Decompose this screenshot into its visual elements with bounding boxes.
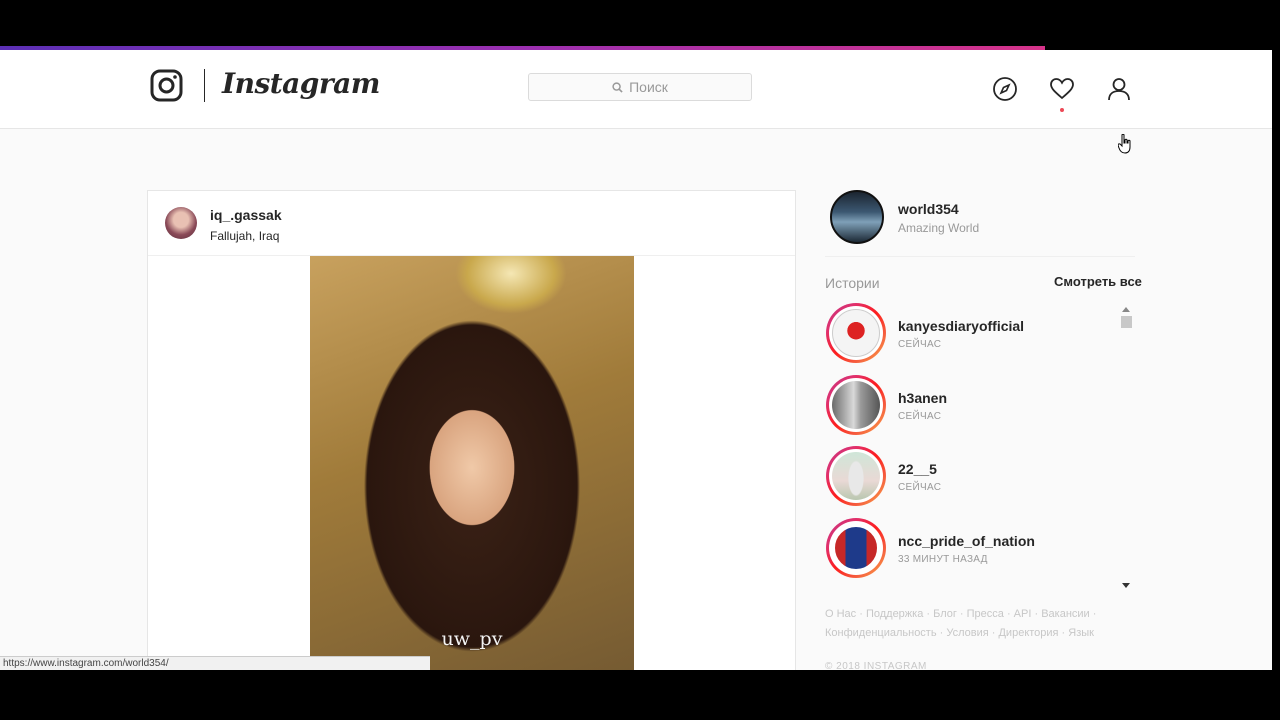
story-avatar [832,524,880,572]
story-ring [826,518,886,578]
post-author-avatar[interactable] [165,207,197,239]
stories-scrollbar[interactable] [1120,305,1132,590]
mouse-pointer-hand-icon [1118,134,1131,154]
search-icon [612,81,623,93]
story-username: ncc_pride_of_nation [898,533,1035,549]
post-card: iq_.gassak Fallujah, Iraq uw_pv [147,190,796,670]
current-user-full-name: Amazing World [898,221,980,235]
search-input[interactable]: Поиск [528,73,752,101]
top-nav: Instagram Поиск [0,50,1272,129]
compass-icon[interactable] [992,76,1018,102]
footer-links-line-2[interactable]: Конфиденциальность · Условия · Директори… [825,624,1135,643]
story-username: kanyesdiaryofficial [898,318,1025,334]
sidebar-footer-links[interactable]: О Нас · Поддержка · Блог · Пресса · API … [825,605,1135,643]
photo-watermark-text: uw_pv [441,628,503,650]
stories-heading: Истории [825,275,880,291]
story-time: СЕЙЧАС [898,339,942,350]
story-item[interactable]: kanyesdiaryofficial СЕЙЧАС [825,300,1125,363]
post-author-username[interactable]: iq_.gassak [210,207,282,223]
profile-icon[interactable] [1106,76,1132,102]
story-time: СЕЙЧАС [898,411,942,422]
story-ring [826,446,886,506]
post-photo[interactable]: uw_pv [310,256,634,670]
instagram-camera-icon[interactable] [150,69,183,102]
story-time: 33 МИНУТ НАЗАД [898,554,988,565]
browser-status-url: https://www.instagram.com/world354/ [0,656,430,670]
search-placeholder: Поиск [629,79,668,95]
current-user-avatar[interactable] [830,190,884,244]
story-item[interactable]: 22__5 СЕЙЧАС [825,443,1125,506]
footer-links-line-1[interactable]: О Нас · Поддержка · Блог · Пресса · API … [825,605,1135,624]
instagram-wordmark[interactable]: Instagram [222,67,380,100]
stories-scrollbar-thumb[interactable] [1121,316,1132,328]
crown-filter-overlay [455,256,567,314]
story-username: 22__5 [898,461,937,477]
story-ring [826,303,886,363]
post-header: iq_.gassak Fallujah, Iraq [148,191,795,256]
post-location[interactable]: Fallujah, Iraq [210,229,279,243]
story-time: СЕЙЧАС [898,482,942,493]
browser-viewport: Instagram Поиск iq_.gassak Fallujah, Ira… [0,50,1280,670]
story-ring [826,375,886,435]
sidebar-divider [825,256,1135,257]
story-item[interactable]: h3anen СЕЙЧАС [825,372,1125,435]
copyright-text: © 2018 INSTAGRAM [825,661,927,670]
story-avatar [832,381,880,429]
logo-divider [204,69,205,102]
stories-list[interactable]: kanyesdiaryofficial СЕЙЧАС h3anen СЕЙЧАС… [825,300,1135,590]
story-username: h3anen [898,390,948,406]
current-user-username[interactable]: world354 [898,201,959,217]
story-avatar [832,452,880,500]
browser-scrollbar[interactable] [1272,50,1280,670]
heart-icon[interactable] [1049,76,1075,102]
see-all-stories-link[interactable]: Смотреть все [1054,274,1142,289]
story-item[interactable]: ncc_pride_of_nation 33 МИНУТ НАЗАД [825,515,1125,578]
notification-dot [1060,108,1064,112]
story-avatar [832,309,880,357]
